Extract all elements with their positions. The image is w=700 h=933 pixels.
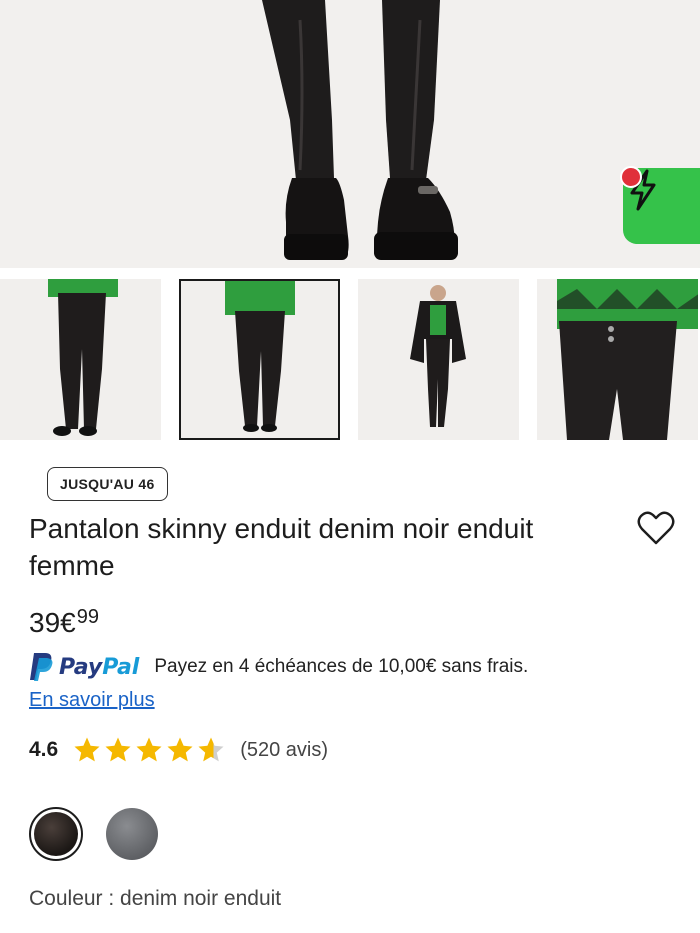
paypal-installment-text: Payez en 4 échéances de 10,00€ sans frai… [154,656,529,677]
thumbnail-image [0,279,161,440]
price-cents: 99 [76,606,99,628]
product-title: Pantalon skinny enduit denim noir enduit… [29,513,534,581]
size-badge: JUSQU'AU 46 [47,467,168,501]
rating[interactable]: 4.6 (520 avis) [29,736,328,764]
thumbnail-strip [0,279,700,441]
thumbnail-full-outfit[interactable] [358,279,519,440]
paypal-wordmark: PayPal [59,655,139,680]
thumbnail-image [181,281,338,438]
rating-value: 4.6 [29,738,59,761]
color-swatch-selected[interactable] [29,807,83,861]
thumbnail-image [537,279,698,440]
star-rating [73,736,228,764]
paypal-word-part1: Pay [59,654,103,680]
color-label: Couleur : denim noir enduit [29,887,282,910]
paypal-logo-icon [30,653,53,681]
product-main-image[interactable] [0,0,700,268]
star-icon [167,737,193,762]
thumbnail-waist-closeup[interactable] [537,279,698,440]
thumbnail-front-view[interactable] [0,279,161,440]
star-icon [74,737,100,762]
swatch-fill [34,812,78,856]
color-swatch-grey[interactable] [106,808,158,860]
review-count[interactable]: (520 avis) [240,739,328,762]
paypal-installments: PayPal Payez en 4 échéances de 10,00€ sa… [29,652,528,682]
paypal-logo: PayPal [29,652,139,682]
learn-more-link[interactable]: En savoir plus [29,689,155,712]
thumbnail-back-view[interactable] [179,279,340,440]
star-icon [198,737,224,762]
notification-dot [620,166,642,188]
price-main: 39€ [29,607,76,638]
paypal-word-part2: Pal [102,654,140,680]
model-legs-illustration [0,0,700,268]
thumbnail-image [358,279,519,440]
product-price: 39€99 [29,606,99,639]
heart-icon[interactable] [636,509,676,549]
star-icon [105,737,131,762]
star-icon [136,737,162,762]
